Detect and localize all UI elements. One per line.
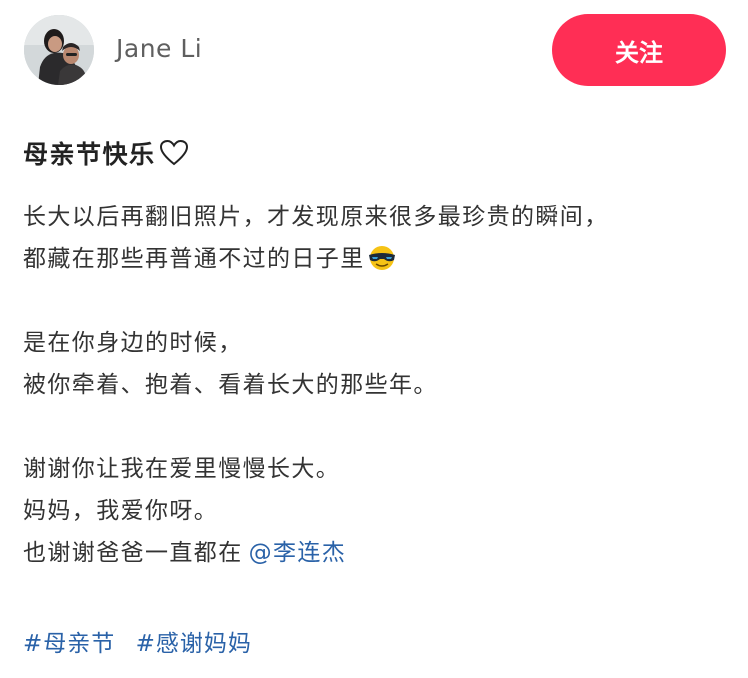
user-avatar-photo <box>24 15 94 85</box>
hashtag-link[interactable]: #母亲节 <box>23 631 115 657</box>
hashtag-link[interactable]: #感谢妈妈 <box>136 631 252 657</box>
body-line-with-emoji: 都藏在那些再普通不过的日子里 <box>23 238 733 280</box>
body-line: 也谢谢爸爸一直都在 <box>23 540 243 566</box>
body-line: 长大以后再翻旧照片，才发现原来很多最珍贵的瞬间， <box>23 204 609 230</box>
sunglasses-emoji-icon <box>367 243 397 270</box>
post-header: Jane Li 关注 <box>0 0 748 100</box>
hashtag-list: #母亲节 #感谢妈妈 <box>23 624 264 664</box>
avatar[interactable] <box>24 15 94 85</box>
body-line: 被你牵着、抱着、看着长大的那些年。 <box>23 372 438 398</box>
user-mention-link[interactable]: @李连杰 <box>249 540 347 566</box>
post-title: 母亲节快乐 <box>23 140 156 169</box>
author-name[interactable]: Jane Li <box>116 32 202 66</box>
body-line: 谢谢你让我在爱里慢慢长大。 <box>23 456 341 482</box>
body-line: 都藏在那些再普通不过的日子里 <box>23 246 365 272</box>
follow-button[interactable]: 关注 <box>552 14 726 86</box>
post-body: 长大以后再翻旧照片，才发现原来很多最珍贵的瞬间， 都藏在那些再普通不过的日子里 … <box>23 196 733 574</box>
heart-outline-icon <box>158 137 190 169</box>
post-title-row: 母亲节快乐 <box>23 134 190 172</box>
body-line: 妈妈，我爱你呀。 <box>23 498 219 524</box>
post-card: Jane Li 关注 母亲节快乐 长大以后再翻旧照片，才发现原来很多最珍贵的瞬间… <box>0 0 748 678</box>
body-line-with-mention: 也谢谢爸爸一直都在 @李连杰 <box>23 532 733 574</box>
body-line: 是在你身边的时候， <box>23 330 243 356</box>
